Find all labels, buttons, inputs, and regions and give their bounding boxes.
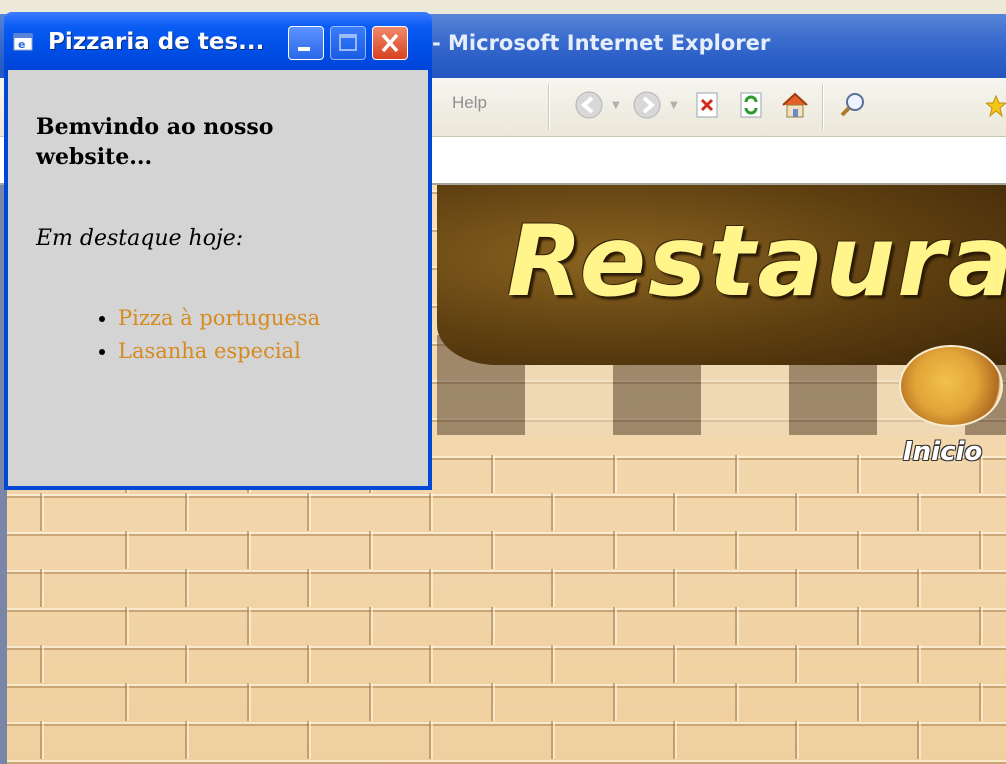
popup-body: Bemvindo ao nosso website... Em destaque…	[4, 70, 432, 490]
ie-window-title: - Microsoft Internet Explorer	[432, 31, 771, 55]
brick-row	[7, 569, 1006, 607]
menu-help[interactable]: Help	[452, 93, 487, 113]
special-link[interactable]: Pizza à portuguesa	[118, 306, 320, 330]
restaurant-banner: Restauran Inicio	[437, 185, 1006, 467]
specials-list: Pizza à portuguesa Lasanha especial	[88, 302, 320, 368]
featured-label: Em destaque hoje:	[36, 226, 244, 251]
brick-row	[7, 721, 1006, 759]
brick-row	[7, 607, 1006, 645]
toolbar-separator	[548, 84, 550, 130]
popup-titlebar[interactable]: e Pizzaria de tes...	[4, 12, 432, 70]
stop-icon[interactable]	[690, 88, 724, 122]
forward-icon[interactable]	[630, 88, 664, 122]
special-link[interactable]: Lasanha especial	[118, 339, 301, 363]
close-button[interactable]	[372, 26, 408, 60]
popup-title: Pizzaria de tes...	[48, 29, 265, 55]
forward-dropdown-icon[interactable]: ▼	[670, 100, 678, 111]
favorites-icon[interactable]	[986, 88, 1006, 122]
refresh-icon[interactable]	[734, 88, 768, 122]
svg-text:e: e	[18, 38, 25, 51]
banner-title: Restauran	[507, 205, 1006, 319]
brick-row	[7, 645, 1006, 683]
popup-window: e Pizzaria de tes... Bemvindo ao nosso w…	[4, 12, 432, 490]
brick-row	[7, 493, 1006, 531]
home-icon[interactable]	[778, 88, 812, 122]
brick-row	[7, 531, 1006, 569]
toolbar-separator	[822, 84, 824, 130]
nav-link-inicio[interactable]: Inicio	[903, 437, 982, 467]
list-item: Lasanha especial	[118, 335, 320, 368]
welcome-heading: Bemvindo ao nosso website...	[36, 114, 274, 170]
back-icon[interactable]	[572, 88, 606, 122]
back-dropdown-icon[interactable]: ▼	[612, 100, 620, 111]
pizza-image	[899, 345, 1003, 427]
maximize-button[interactable]	[330, 26, 366, 60]
ie-page-icon: e	[12, 30, 36, 52]
brick-row	[7, 683, 1006, 721]
search-icon[interactable]	[836, 88, 870, 122]
list-item: Pizza à portuguesa	[118, 302, 320, 335]
minimize-button[interactable]	[288, 26, 324, 60]
